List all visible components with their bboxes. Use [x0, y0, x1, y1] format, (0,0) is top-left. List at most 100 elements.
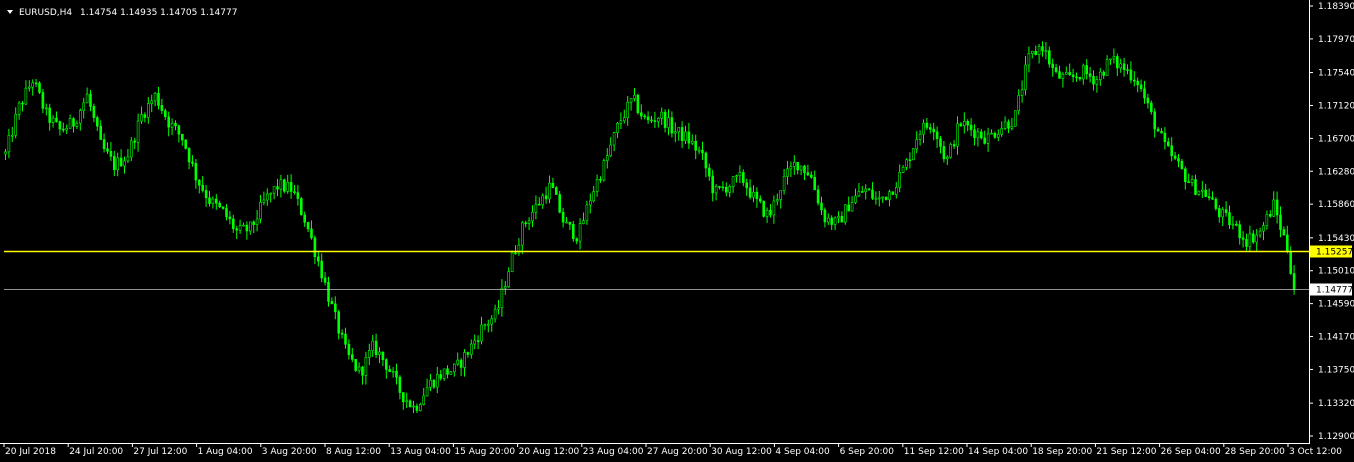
candle-body — [684, 131, 687, 141]
price-chart[interactable]: 1.15257 1.14777 1.18390 1.17970 1.17540 1.17… — [0, 0, 1354, 462]
y-tick-label: 1.16700 — [1318, 134, 1354, 144]
candle-body — [466, 352, 470, 355]
candle-body — [758, 198, 762, 202]
chart-header: EURUSD,H4 1.14754 1.14935 1.14705 1.1477… — [7, 8, 237, 18]
candle-body — [609, 144, 613, 157]
candle-body — [493, 308, 497, 320]
candle-body — [1241, 237, 1245, 240]
candle-body — [1235, 223, 1238, 226]
candle-body — [881, 196, 885, 199]
candle-body — [1269, 214, 1272, 217]
candle-body — [442, 368, 446, 379]
candle-body — [1163, 132, 1167, 143]
candle-body — [38, 82, 41, 93]
candle-body — [79, 110, 82, 124]
candle-body — [748, 187, 752, 198]
candle-body — [344, 333, 347, 345]
candle-body — [983, 137, 987, 144]
candle-body — [7, 135, 11, 153]
candle-body — [452, 363, 456, 373]
y-tick-label: 1.15010 — [1318, 267, 1354, 277]
candle-body — [1119, 63, 1122, 69]
candle-body — [966, 121, 970, 126]
candle-body — [378, 351, 381, 355]
candle-body — [262, 199, 266, 203]
candle-body — [803, 165, 806, 173]
candle-body — [61, 128, 65, 131]
candle-body — [242, 224, 245, 227]
candle-body — [769, 209, 772, 216]
candle-body — [48, 107, 52, 123]
candle-body — [704, 152, 708, 169]
candle-body — [1153, 111, 1156, 130]
candle-body — [534, 203, 538, 213]
candle-body — [296, 192, 300, 199]
candle-body — [58, 121, 62, 130]
candle-body — [820, 202, 823, 211]
candle-body — [357, 366, 361, 371]
candle-body — [31, 82, 35, 88]
candle-body — [1061, 73, 1065, 79]
candle-body — [327, 282, 330, 302]
candle-body — [1092, 76, 1095, 85]
candle-body — [405, 400, 409, 403]
candle-body — [507, 271, 511, 287]
candle-body — [1173, 155, 1177, 159]
candle-body — [728, 186, 732, 193]
candle-body — [1167, 141, 1170, 147]
candle-body — [867, 188, 871, 191]
candle-body — [565, 221, 568, 224]
candle-body — [1112, 56, 1116, 60]
candle-body — [731, 176, 735, 187]
x-tick-label: 4 Sep 04:00 — [775, 447, 830, 457]
candle-body — [772, 200, 776, 216]
candle-body — [925, 122, 929, 128]
candle-body — [854, 195, 857, 203]
candle-body — [1075, 76, 1078, 79]
candle-body — [1054, 67, 1058, 72]
candle-body — [673, 131, 677, 134]
candle-body — [225, 208, 228, 218]
candle-body — [432, 379, 436, 388]
candle-body — [554, 187, 558, 195]
y-tick-label: 1.17540 — [1318, 69, 1354, 79]
candle-body — [1105, 59, 1109, 76]
candle-body — [408, 400, 412, 408]
candle-body — [259, 202, 262, 220]
candle-body — [993, 132, 997, 138]
candle-body — [228, 216, 232, 220]
candle-body — [959, 123, 963, 126]
candle-body — [65, 128, 68, 131]
candle-body — [17, 102, 21, 115]
candle-body — [1116, 56, 1119, 69]
candle-body — [755, 191, 759, 200]
candle-body — [1020, 89, 1024, 96]
x-tick-label: 8 Aug 12:00 — [326, 447, 381, 457]
candle-body — [422, 395, 426, 405]
candle-body — [1194, 179, 1197, 195]
candle-body — [973, 129, 976, 139]
candle-body — [11, 134, 14, 137]
candle-body — [735, 175, 738, 177]
candle-body — [976, 131, 980, 139]
candle-body — [265, 193, 269, 201]
candle-body — [133, 140, 136, 143]
candle-body — [1143, 88, 1146, 99]
candle-body — [109, 151, 113, 157]
candle-body — [1207, 196, 1211, 199]
candle-body — [1289, 250, 1292, 274]
candle-body — [1224, 209, 1228, 213]
candle-body — [928, 127, 932, 130]
candle-body — [303, 214, 307, 223]
candle-body — [667, 117, 670, 128]
candle-body — [194, 163, 198, 181]
candle-body — [1258, 230, 1262, 236]
candle-body — [333, 303, 337, 313]
candle-body — [1068, 72, 1071, 76]
candle-body — [544, 195, 548, 200]
candle-body — [232, 218, 235, 230]
candle-body — [184, 139, 187, 149]
candle-body — [1184, 168, 1187, 183]
candle-body — [792, 161, 796, 167]
candle-body — [935, 131, 939, 140]
